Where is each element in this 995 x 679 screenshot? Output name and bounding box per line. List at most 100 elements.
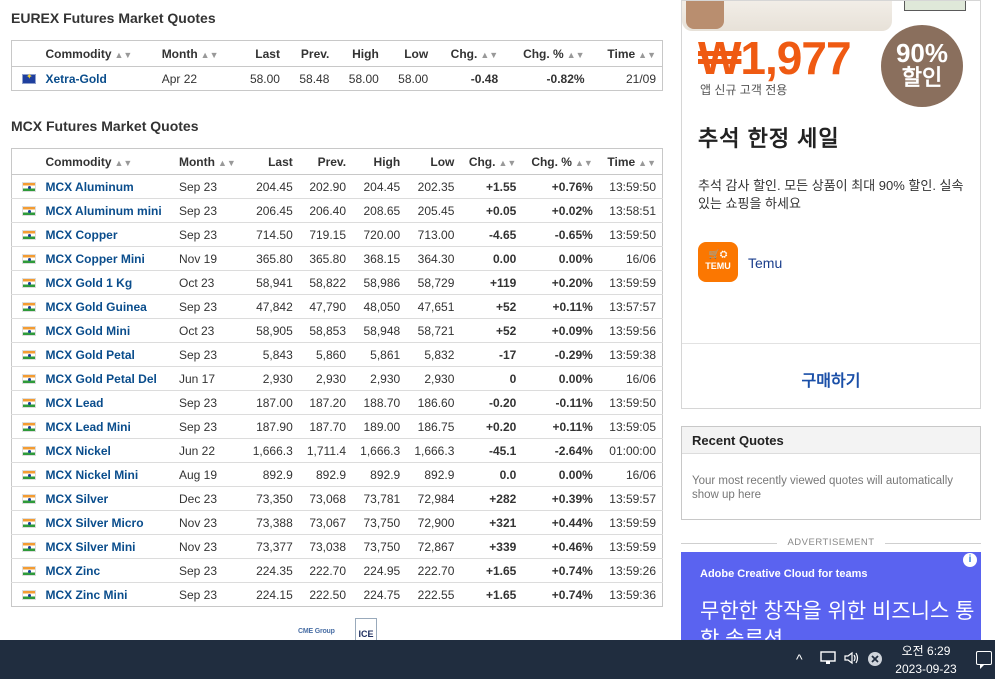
col-chg-pct[interactable]: Chg. % ▲▼	[522, 148, 599, 175]
ad-brand-link[interactable]: Temu	[748, 255, 782, 271]
month-cell: Dec 23	[172, 486, 245, 511]
commodity-link[interactable]: MCX Copper	[46, 228, 118, 242]
last-cell: 1,666.3	[244, 438, 299, 463]
change-cell: +1.55	[460, 174, 523, 199]
prev-cell: 73,038	[298, 534, 353, 559]
table-row: MCX Lead Mini Sep 23 187.90 187.70 189.00 186…	[11, 414, 663, 439]
mcx-section-title: MCX Futures Market Quotes	[11, 118, 199, 134]
time-cell: 13:59:38	[598, 342, 663, 367]
buy-now-button[interactable]: 구매하기	[682, 367, 980, 391]
flag-cell	[11, 294, 40, 319]
commodity-link[interactable]: MCX Silver Mini	[46, 540, 136, 554]
commodity-link[interactable]: MCX Zinc	[46, 564, 101, 578]
flag-cell	[11, 270, 40, 295]
commodity-link[interactable]: MCX Lead Mini	[46, 420, 131, 434]
low-cell: 58.00	[398, 71, 429, 86]
notification-icon[interactable]	[976, 651, 992, 669]
commodity-link[interactable]: MCX Aluminum mini	[46, 204, 162, 218]
commodity-link[interactable]: MCX Silver Micro	[46, 516, 144, 530]
table-row: MCX Aluminum Sep 23 204.45 202.90 204.45 202.…	[11, 174, 663, 199]
temu-advertisement[interactable]: ₩1,977 앱 신규 고객 전용 90% 할인 추석 한정 세일 추석 감사 …	[681, 0, 981, 409]
commodity-link[interactable]: MCX Zinc Mini	[46, 588, 128, 602]
commodity-link[interactable]: MCX Lead	[46, 396, 104, 410]
col-month[interactable]: Month ▲▼	[172, 148, 245, 175]
temu-logo-icon[interactable]: 🛒⛭ TEMU	[698, 242, 738, 282]
last-cell: 73,388	[244, 510, 299, 535]
change-pct-cell: +0.74%	[551, 587, 593, 602]
recent-quotes-empty-text: Your most recently viewed quotes will au…	[692, 475, 954, 501]
prev-cell: 73,068	[298, 486, 353, 511]
table-row: MCX Lead Sep 23 187.00 187.20 188.70 186.60 -0…	[11, 390, 663, 415]
eurex-table-body: Xetra-Gold Apr 22 58.00 58.48 58.00 58.00 -0.4…	[12, 67, 663, 91]
india-flag-icon	[22, 182, 36, 193]
col-chg[interactable]: Chg. ▲▼	[460, 148, 523, 175]
system-clock[interactable]: 오전 6:29 2023-09-23	[888, 642, 964, 678]
high-cell: 224.95	[352, 558, 407, 583]
last-cell: 224.15	[256, 587, 293, 602]
commodity-link[interactable]: MCX Gold 1 Kg	[46, 276, 133, 290]
india-flag-icon	[22, 494, 36, 505]
flag-cell	[11, 246, 40, 271]
col-last: Last	[236, 40, 286, 67]
commodity-link[interactable]: Xetra-Gold	[46, 72, 107, 86]
col-chg[interactable]: Chg. ▲▼	[434, 40, 505, 67]
col-time[interactable]: Time ▲▼	[598, 148, 663, 175]
last-cell: 224.35	[244, 558, 299, 583]
col-chg-pct[interactable]: Chg. % ▲▼	[504, 40, 591, 67]
col-commodity[interactable]: Commodity ▲▼	[39, 148, 173, 175]
recent-quotes-title: Recent Quotes	[682, 427, 980, 454]
ad-info-icon[interactable]: i	[963, 553, 977, 567]
time-cell: 13:59:59	[598, 270, 663, 295]
india-flag-icon	[22, 446, 36, 457]
india-flag-icon	[22, 518, 36, 529]
col-month[interactable]: Month ▲▼	[155, 40, 237, 67]
flag-cell	[11, 486, 40, 511]
prev-cell: 202.90	[298, 174, 353, 199]
low-cell: 58,721	[406, 318, 461, 343]
flag-cell	[12, 583, 40, 607]
network-icon[interactable]	[820, 651, 836, 668]
change-cell: -4.65	[460, 222, 523, 247]
flag-cell	[11, 462, 40, 487]
commodity-link[interactable]: MCX Nickel Mini	[46, 468, 139, 482]
time-cell: 13:59:59	[598, 510, 663, 535]
time-cell: 13:57:57	[598, 294, 663, 319]
month-cell: Sep 23	[172, 558, 245, 583]
change-cell: 0	[460, 366, 523, 391]
ice-logo: ICE	[355, 618, 377, 640]
commodity-link[interactable]: MCX Silver	[46, 492, 109, 506]
commodity-link[interactable]: MCX Aluminum	[46, 180, 134, 194]
close-circle-icon[interactable]	[867, 651, 883, 670]
high-cell: 73,781	[352, 486, 407, 511]
india-flag-icon	[22, 278, 36, 289]
commodity-link[interactable]: MCX Copper Mini	[46, 252, 145, 266]
change-pct-cell: -2.64%	[522, 438, 599, 463]
col-high: High	[352, 148, 407, 175]
ad-headline: 추석 한정 세일	[698, 126, 840, 151]
table-row: MCX Copper Mini Nov 19 365.80 365.80 368.15 3…	[11, 246, 663, 271]
commodity-link[interactable]: MCX Gold Mini	[46, 324, 131, 338]
commodity-link[interactable]: MCX Gold Petal Del	[46, 372, 157, 386]
last-cell: 73,350	[244, 486, 299, 511]
month-cell: Sep 23	[172, 294, 245, 319]
flag-cell	[11, 390, 40, 415]
volume-icon[interactable]	[844, 651, 860, 668]
last-cell: 73,377	[244, 534, 299, 559]
prev-cell: 187.20	[298, 390, 353, 415]
adobe-advertisement[interactable]: i Adobe Creative Cloud for teams 무한한 창작을…	[681, 552, 981, 640]
commodity-link[interactable]: MCX Gold Guinea	[46, 300, 147, 314]
col-time[interactable]: Time ▲▼	[590, 40, 663, 67]
last-cell: 58.00	[249, 71, 280, 86]
commodity-link[interactable]: MCX Nickel	[46, 444, 111, 458]
col-commodity[interactable]: Commodity ▲▼	[39, 40, 156, 67]
time-cell: 13:59:05	[598, 414, 663, 439]
india-flag-icon	[22, 350, 36, 361]
india-flag-icon	[22, 398, 36, 409]
last-cell: 892.9	[244, 462, 299, 487]
right-sidebar: ₩1,977 앱 신규 고객 전용 90% 할인 추석 한정 세일 추석 감사 …	[681, 0, 981, 640]
commodity-link[interactable]: MCX Gold Petal	[46, 348, 135, 362]
change-cell: +1.65	[485, 587, 517, 602]
cme-group-logo: CME Group	[298, 628, 335, 635]
chevron-up-icon[interactable]: ^	[796, 651, 803, 667]
change-cell: -17	[460, 342, 523, 367]
